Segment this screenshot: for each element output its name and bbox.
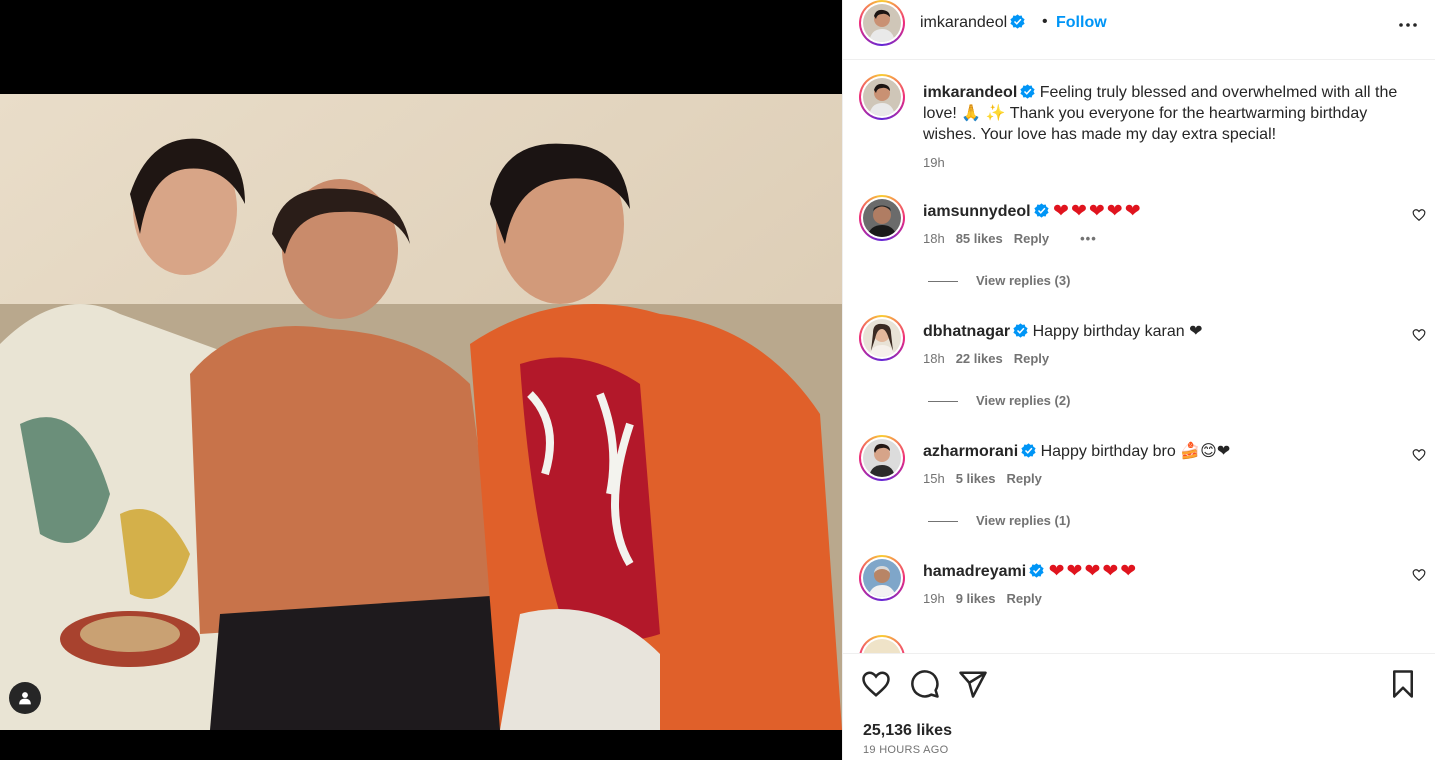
reply-button[interactable]: Reply xyxy=(1006,591,1041,606)
likes-count[interactable]: 25,136 likes xyxy=(863,722,952,740)
user-tag-button[interactable] xyxy=(9,682,41,714)
comment-like-icon[interactable] xyxy=(1412,208,1426,222)
comment-username[interactable]: dbhatnagar xyxy=(923,323,1010,340)
share-icon[interactable] xyxy=(958,669,988,699)
save-bookmark-icon[interactable] xyxy=(1388,669,1418,699)
comment-username[interactable]: hamadreyami xyxy=(923,563,1026,580)
verified-icon xyxy=(1013,323,1028,338)
comment-time[interactable]: 15h xyxy=(923,471,945,486)
comment-like-icon[interactable] xyxy=(1412,568,1426,582)
comments-list[interactable]: imkarandeol Feeling truly blessed and ov… xyxy=(843,61,1435,653)
view-replies-line xyxy=(928,281,958,283)
comment-username[interactable]: iamsunnydeol xyxy=(923,203,1031,220)
view-replies-label[interactable]: View replies (1) xyxy=(976,513,1070,528)
comment-avatar[interactable] xyxy=(859,315,905,361)
author-avatar[interactable] xyxy=(859,0,905,46)
comment-avatar[interactable] xyxy=(859,635,905,653)
comment-text: ❤❤❤❤❤ xyxy=(1048,561,1139,582)
verified-icon xyxy=(1029,563,1044,578)
comment-like-icon[interactable] xyxy=(1412,328,1426,342)
author-username-text[interactable]: imkarandeol xyxy=(920,14,1007,31)
comment-likes[interactable]: 5 likes xyxy=(956,471,996,486)
caption-avatar[interactable] xyxy=(859,74,905,120)
like-heart-icon[interactable] xyxy=(861,669,891,699)
verified-icon xyxy=(1033,203,1049,218)
comment-text: Happy birthday karan ❤ xyxy=(1032,323,1203,340)
more-options-icon[interactable] xyxy=(1396,13,1420,37)
view-replies-line xyxy=(928,401,958,403)
verified-icon xyxy=(1021,443,1036,458)
post-header: imkarandeol • Follow xyxy=(843,0,1435,60)
post-caption: imkarandeol Feeling truly blessed and ov… xyxy=(923,82,1403,145)
post-time-ago[interactable]: 19 HOURS AGO xyxy=(863,744,949,756)
reply-button[interactable]: Reply xyxy=(1006,471,1041,486)
view-replies-button[interactable]: View replies (3) xyxy=(928,273,1070,288)
author-username[interactable]: imkarandeol xyxy=(920,14,1025,32)
post-photo[interactable] xyxy=(0,94,842,730)
comment-like-icon[interactable] xyxy=(1412,448,1426,462)
verified-icon xyxy=(1010,14,1025,29)
comment-text: ❤❤❤❤❤ xyxy=(1053,201,1143,222)
post-media xyxy=(0,0,842,760)
reply-button[interactable]: Reply xyxy=(1014,351,1049,366)
comment-time[interactable]: 19h xyxy=(923,591,945,606)
comment-avatar[interactable] xyxy=(859,435,905,481)
caption-username[interactable]: imkarandeol xyxy=(923,84,1017,101)
view-replies-button[interactable]: View replies (2) xyxy=(928,393,1070,408)
view-replies-line xyxy=(928,521,958,523)
comment-avatar[interactable] xyxy=(859,195,905,241)
verified-icon xyxy=(1020,84,1035,99)
comment-time[interactable]: 18h xyxy=(923,351,945,366)
post-actions-bar: 25,136 likes 19 HOURS AGO xyxy=(843,653,1435,760)
view-replies-button[interactable]: View replies (1) xyxy=(928,513,1070,528)
follow-button[interactable]: Follow xyxy=(1056,14,1107,32)
view-replies-label[interactable]: View replies (2) xyxy=(976,393,1070,408)
user-tag-icon xyxy=(19,692,31,705)
comment-avatar[interactable] xyxy=(859,555,905,601)
caption-timestamp[interactable]: 19h xyxy=(923,155,945,170)
comment-likes[interactable]: 9 likes xyxy=(956,591,996,606)
comment-likes[interactable]: 22 likes xyxy=(956,351,1003,366)
post-side-panel: imkarandeol • Follow imkarandeol Feeling… xyxy=(842,0,1435,760)
comment-text: Happy birthday bro 🍰😊❤ xyxy=(1040,443,1231,460)
comment-icon[interactable] xyxy=(910,669,940,699)
comment-more-button[interactable]: ••• xyxy=(1080,231,1097,246)
comment-username[interactable]: azharmorani xyxy=(923,443,1018,460)
comment-time[interactable]: 18h xyxy=(923,231,945,246)
reply-button[interactable]: Reply xyxy=(1014,231,1049,246)
comment-likes[interactable]: 85 likes xyxy=(956,231,1003,246)
header-separator: • xyxy=(1042,13,1048,30)
view-replies-label[interactable]: View replies (3) xyxy=(976,273,1070,288)
